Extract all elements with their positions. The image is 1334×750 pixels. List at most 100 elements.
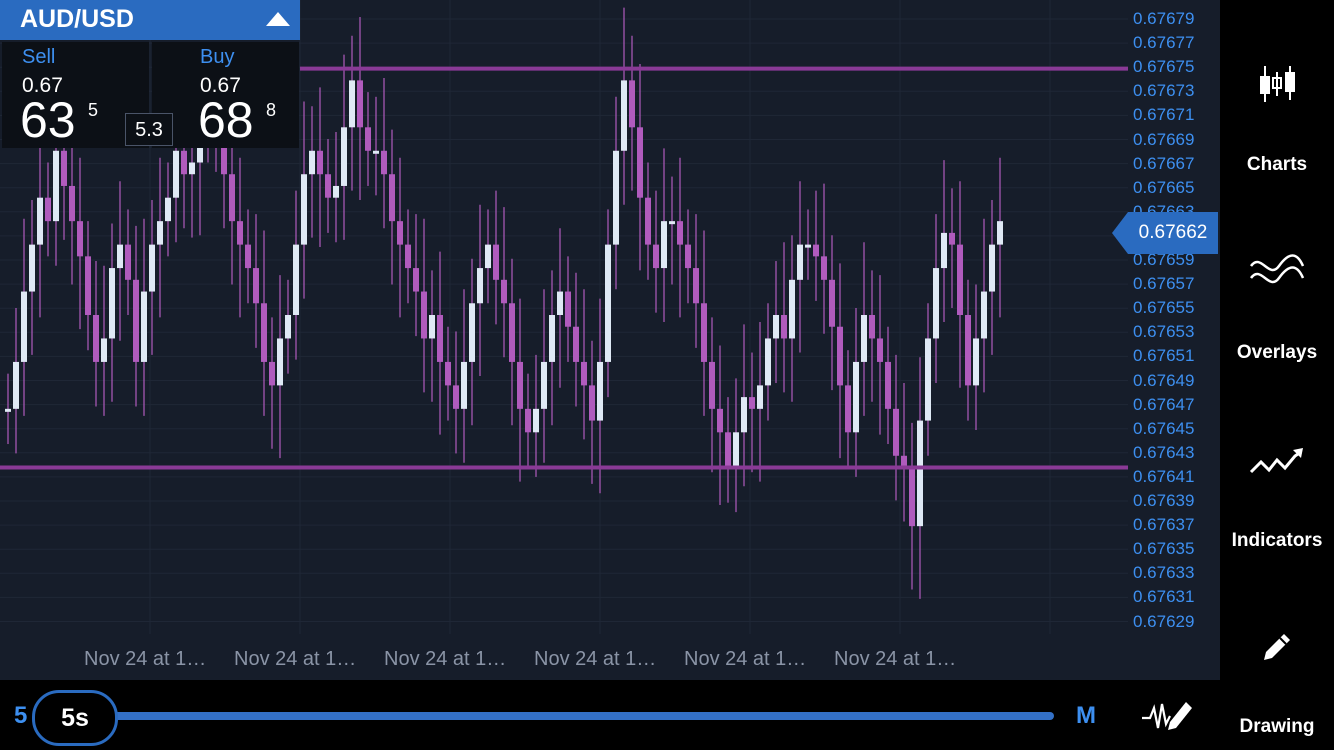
candle-body: [733, 432, 739, 468]
candle-body: [293, 244, 299, 315]
sell-price-fraction: 5: [88, 100, 99, 120]
candle-body: [637, 127, 643, 198]
candle: [541, 289, 547, 463]
candle-body: [13, 361, 19, 409]
candle-body: [133, 279, 139, 362]
price-tick-label: 0.67643: [1133, 442, 1195, 462]
drawing-label: Drawing: [1239, 716, 1315, 737]
candle: [37, 134, 43, 318]
candle-body: [581, 361, 587, 386]
candle-body: [653, 244, 659, 269]
draw-signature-icon[interactable]: [1140, 696, 1196, 736]
candle: [629, 35, 635, 191]
candlestick-icon: [1260, 66, 1295, 102]
candle: [885, 326, 891, 445]
candle: [29, 200, 35, 355]
candle: [253, 214, 259, 348]
timeframe-slider-thumb[interactable]: 5s: [32, 690, 118, 746]
candle: [21, 218, 27, 416]
candle: [429, 270, 435, 402]
charts-label: Charts: [1246, 154, 1308, 175]
time-tick-label: Nov 24 at 1…: [384, 648, 507, 670]
candle-body: [853, 361, 859, 433]
candle: [741, 324, 747, 487]
candle-body: [685, 244, 691, 269]
candle-body: [77, 221, 83, 257]
candle-body: [557, 291, 563, 315]
candle-body: [709, 361, 715, 409]
candle: [69, 141, 75, 285]
candle-body: [909, 467, 915, 527]
candle: [437, 251, 443, 435]
candle: [349, 35, 355, 191]
candle-body: [933, 268, 939, 339]
overlays-label: Overlays: [1236, 342, 1318, 363]
candle: [693, 214, 699, 348]
candle: [533, 354, 539, 477]
candle-body: [509, 303, 515, 362]
candle-body: [381, 150, 387, 175]
candle: [157, 157, 163, 318]
candle-body: [949, 232, 955, 245]
candle-body: [285, 315, 291, 339]
candle: [565, 256, 571, 362]
candle: [637, 63, 643, 271]
candle: [781, 242, 787, 393]
price-tick-label: 0.67677: [1133, 33, 1195, 53]
time-tick-label: Nov 24 at 1…: [534, 648, 657, 670]
instrument-selector[interactable]: AUD/USD: [0, 0, 300, 40]
candle-body: [741, 397, 747, 433]
candle: [733, 378, 739, 513]
candle: [45, 162, 51, 257]
candle: [493, 190, 499, 325]
candle: [757, 322, 763, 482]
drawing-button[interactable]: Drawing: [1220, 620, 1334, 750]
candle-body: [917, 420, 923, 527]
candle-body: [877, 338, 883, 362]
indicators-button[interactable]: Indicators: [1220, 440, 1334, 570]
candle-body: [837, 326, 843, 386]
candle-body: [421, 291, 427, 339]
instrument-symbol: AUD/USD: [20, 5, 134, 33]
candle: [133, 225, 139, 407]
candle: [85, 221, 91, 351]
candle: [525, 373, 531, 468]
candle: [965, 279, 971, 421]
deal-ticket: AUD/USD Sell 0.67 63 5 Buy 0.67 68 8 5.3: [0, 0, 300, 150]
candle: [141, 218, 147, 416]
candle-body: [277, 338, 283, 386]
candle: [997, 157, 1003, 318]
candle: [581, 289, 587, 440]
candle-body: [93, 315, 99, 362]
candle-body: [125, 244, 131, 280]
buy-label: Buy: [200, 46, 235, 68]
candle-body: [245, 244, 251, 269]
candle: [389, 129, 395, 285]
timeframe-slider-track[interactable]: [100, 712, 1054, 720]
candle-body: [981, 291, 987, 339]
candle-body: [973, 338, 979, 386]
candle: [13, 307, 19, 454]
candle-body: [693, 268, 699, 304]
candle: [261, 230, 267, 416]
price-tick-label: 0.67667: [1133, 153, 1195, 173]
candle-body: [397, 221, 403, 245]
candle: [853, 307, 859, 477]
candle: [685, 209, 691, 304]
overlays-button[interactable]: Overlays: [1220, 250, 1334, 380]
candle-body: [453, 385, 459, 409]
price-tick-label: 0.67645: [1133, 418, 1195, 438]
price-tick-label: 0.67637: [1133, 515, 1195, 535]
candle: [229, 129, 235, 285]
candle-body: [661, 221, 667, 269]
candle-body: [613, 150, 619, 245]
candle-body: [181, 150, 187, 175]
price-tick-label: 0.67665: [1133, 177, 1195, 197]
candle-body: [869, 315, 875, 339]
charts-button[interactable]: Charts: [1220, 60, 1334, 190]
time-tick-label: Nov 24 at 1…: [684, 648, 807, 670]
buy-button[interactable]: Buy 0.67 68 8: [152, 42, 299, 148]
candle: [701, 230, 707, 416]
price-tick-label: 0.67657: [1133, 274, 1195, 294]
chevron-up-icon[interactable]: [266, 12, 290, 26]
